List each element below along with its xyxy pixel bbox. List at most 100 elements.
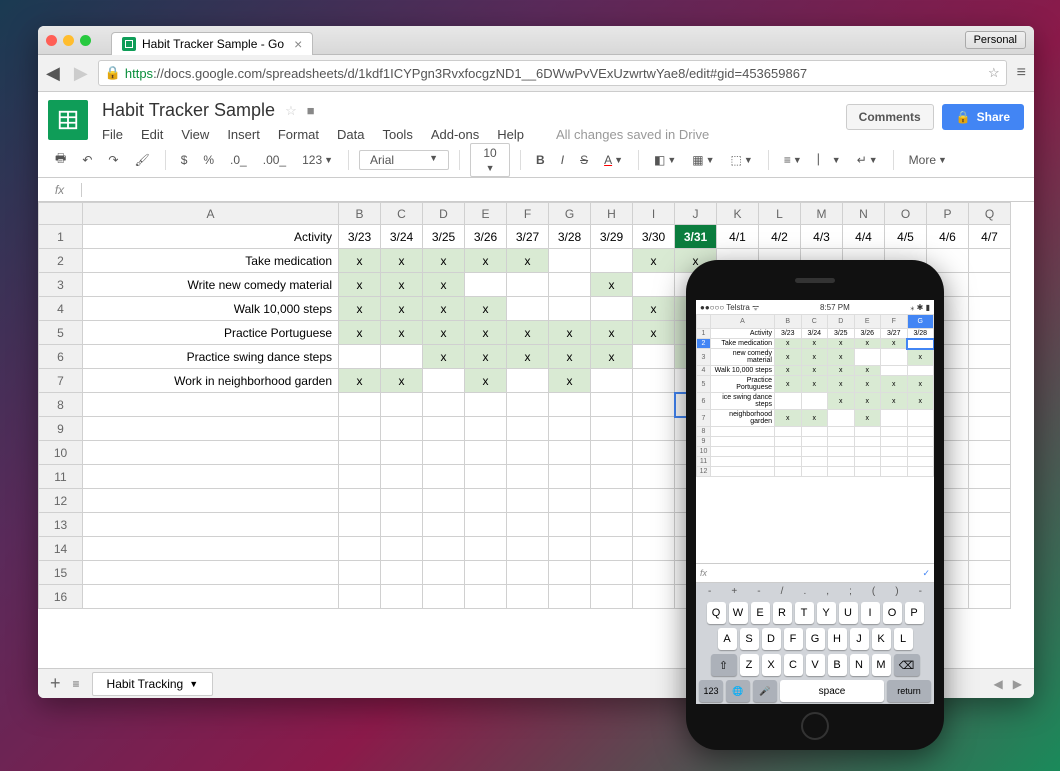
- cell[interactable]: [591, 417, 633, 441]
- all-sheets-icon[interactable]: ≡: [73, 677, 80, 691]
- cell[interactable]: [969, 561, 1011, 585]
- cell[interactable]: Work in neighborhood garden: [83, 369, 339, 393]
- phone-cell[interactable]: 3/23: [775, 329, 802, 339]
- phone-cell[interactable]: [854, 349, 881, 366]
- phone-row-header[interactable]: 3: [697, 349, 711, 366]
- cell[interactable]: [465, 561, 507, 585]
- phone-cell[interactable]: x: [801, 349, 828, 366]
- cell[interactable]: x: [381, 369, 423, 393]
- cell[interactable]: 3/26: [465, 225, 507, 249]
- cell[interactable]: x: [423, 249, 465, 273]
- menu-view[interactable]: View: [181, 127, 209, 142]
- h-align-button[interactable]: ≡ ▼: [779, 150, 807, 170]
- cell[interactable]: [549, 537, 591, 561]
- cell[interactable]: [591, 393, 633, 417]
- address-input[interactable]: 🔒 https://docs.google.com/spreadsheets/d…: [98, 60, 1007, 86]
- cell[interactable]: x: [381, 273, 423, 297]
- cell[interactable]: [549, 417, 591, 441]
- phone-cell[interactable]: x: [881, 376, 908, 393]
- phone-cell[interactable]: 3/27: [881, 329, 908, 339]
- cell[interactable]: [969, 489, 1011, 513]
- column-header[interactable]: D: [423, 203, 465, 225]
- phone-row-header[interactable]: 11: [697, 457, 711, 467]
- phone-cell[interactable]: x: [775, 339, 802, 349]
- row-header[interactable]: 16: [39, 585, 83, 609]
- cell[interactable]: [339, 537, 381, 561]
- cell[interactable]: [423, 441, 465, 465]
- cell[interactable]: [549, 273, 591, 297]
- phone-cell[interactable]: x: [775, 410, 802, 427]
- cell[interactable]: [549, 441, 591, 465]
- phone-cell[interactable]: x: [854, 410, 881, 427]
- merge-button[interactable]: ⬚ ▼: [726, 150, 758, 170]
- add-sheet-icon[interactable]: +: [50, 673, 61, 694]
- phone-cell[interactable]: [854, 467, 881, 477]
- column-header[interactable]: A: [83, 203, 339, 225]
- phone-cell[interactable]: [801, 393, 828, 410]
- cell[interactable]: x: [381, 249, 423, 273]
- phone-cell[interactable]: Practice Portuguese: [711, 376, 775, 393]
- wrap-button[interactable]: ↵ ▼: [852, 150, 883, 170]
- increase-decimal[interactable]: .00_: [258, 150, 291, 170]
- cell[interactable]: [423, 585, 465, 609]
- phone-cell[interactable]: neighborhood garden: [711, 410, 775, 427]
- phone-cell[interactable]: x: [854, 393, 881, 410]
- cell[interactable]: x: [507, 249, 549, 273]
- kbd-123[interactable]: 123: [699, 680, 723, 702]
- column-header[interactable]: G: [549, 203, 591, 225]
- cell[interactable]: [465, 417, 507, 441]
- phone-cell[interactable]: x: [854, 339, 881, 349]
- phone-cell[interactable]: Take medication: [711, 339, 775, 349]
- cell[interactable]: Write new comedy material: [83, 273, 339, 297]
- phone-cell[interactable]: [711, 457, 775, 467]
- phone-cell[interactable]: [711, 427, 775, 437]
- cell[interactable]: [591, 585, 633, 609]
- phone-cell[interactable]: x: [854, 366, 881, 376]
- menu-format[interactable]: Format: [278, 127, 319, 142]
- cell[interactable]: [83, 417, 339, 441]
- cell[interactable]: 3/31: [675, 225, 717, 249]
- cell[interactable]: [549, 393, 591, 417]
- cell[interactable]: 4/2: [759, 225, 801, 249]
- phone-cell[interactable]: [801, 427, 828, 437]
- cell[interactable]: [969, 273, 1011, 297]
- cell[interactable]: [591, 489, 633, 513]
- cell[interactable]: [507, 297, 549, 321]
- scroll-right-icon[interactable]: ▶: [1013, 677, 1022, 691]
- kbd-key[interactable]: J: [850, 628, 869, 650]
- cell[interactable]: [83, 393, 339, 417]
- cell[interactable]: [381, 537, 423, 561]
- cell[interactable]: [591, 297, 633, 321]
- kbd-key[interactable]: I: [861, 602, 880, 624]
- kbd-symbol[interactable]: ;: [849, 586, 852, 597]
- phone-cell[interactable]: x: [801, 376, 828, 393]
- phone-col-header[interactable]: A: [711, 315, 775, 329]
- row-header[interactable]: 11: [39, 465, 83, 489]
- cell[interactable]: x: [633, 321, 675, 345]
- cell[interactable]: [549, 465, 591, 489]
- phone-cell[interactable]: x: [801, 339, 828, 349]
- phone-cell[interactable]: x: [775, 376, 802, 393]
- cell[interactable]: x: [591, 321, 633, 345]
- cell[interactable]: 4/6: [927, 225, 969, 249]
- phone-cell[interactable]: [881, 366, 908, 376]
- phone-row-header[interactable]: 1: [697, 329, 711, 339]
- cell[interactable]: 4/7: [969, 225, 1011, 249]
- forward-icon[interactable]: ▶: [74, 63, 88, 84]
- tab-close-icon[interactable]: ×: [294, 36, 302, 52]
- kbd-key[interactable]: A: [718, 628, 737, 650]
- column-header[interactable]: H: [591, 203, 633, 225]
- phone-cell[interactable]: [907, 339, 934, 349]
- column-header[interactable]: M: [801, 203, 843, 225]
- menu-addons[interactable]: Add-ons: [431, 127, 479, 142]
- phone-cell[interactable]: x: [828, 366, 855, 376]
- cell[interactable]: 3/25: [423, 225, 465, 249]
- cell[interactable]: [969, 417, 1011, 441]
- italic-button[interactable]: I: [556, 150, 569, 170]
- phone-cell[interactable]: x: [907, 349, 934, 366]
- cell[interactable]: [381, 561, 423, 585]
- menu-insert[interactable]: Insert: [227, 127, 260, 142]
- cell[interactable]: [339, 417, 381, 441]
- phone-cell[interactable]: [828, 427, 855, 437]
- phone-cell[interactable]: x: [801, 366, 828, 376]
